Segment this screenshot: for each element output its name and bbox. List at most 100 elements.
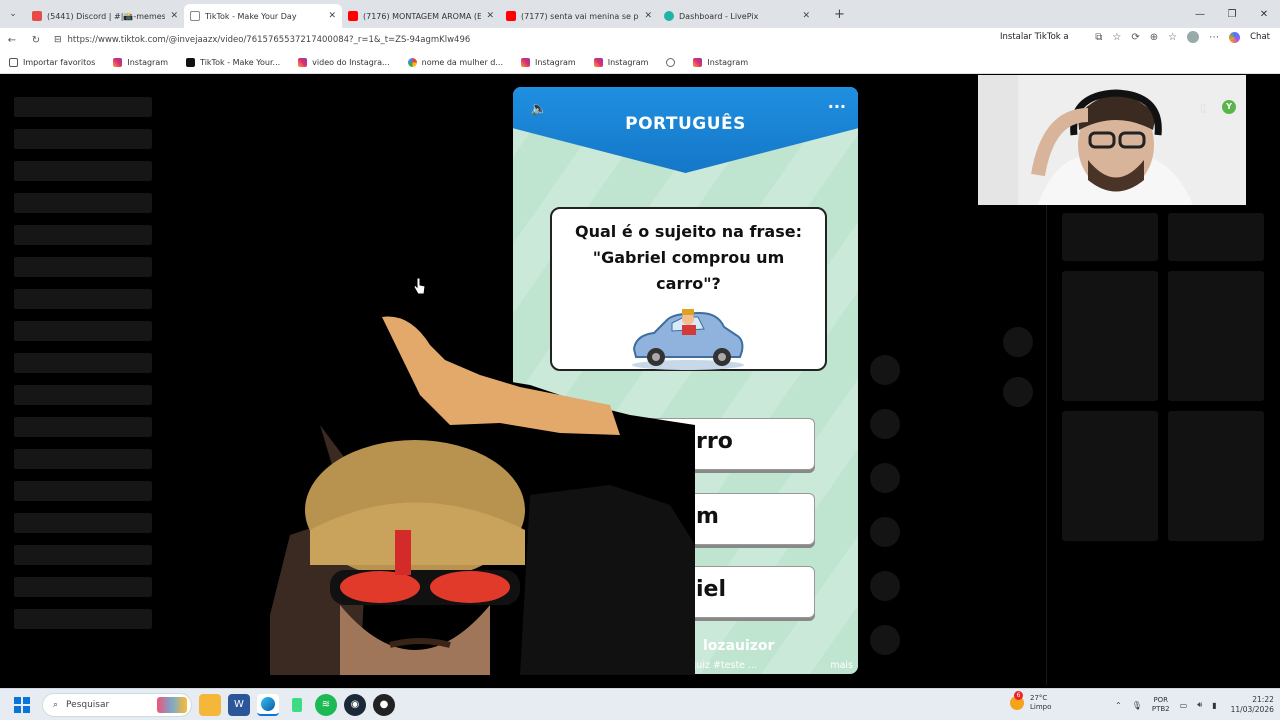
- favorite-star-icon[interactable]: ☆: [1112, 32, 1121, 43]
- bookmark-instagram-4[interactable]: Instagram: [684, 58, 757, 67]
- more-menu-icon[interactable]: ⋯: [1209, 32, 1219, 43]
- webcam-side-icons: ▯ Y: [1200, 100, 1237, 114]
- tab-discord[interactable]: (5441) Discord | #|📸-memes-pre ✕: [26, 4, 184, 28]
- nav-buttons-skeleton: [1003, 327, 1033, 427]
- hand-cursor-icon: [413, 277, 426, 295]
- divider: [1046, 205, 1047, 685]
- install-app-prompt[interactable]: Instalar TikTok a: [1000, 32, 1069, 42]
- livepix-favicon-icon: [664, 11, 674, 21]
- bookmark-instagram-2[interactable]: Instagram: [512, 58, 585, 67]
- copilot-icon[interactable]: [1229, 31, 1241, 43]
- bookmark-tiktok[interactable]: TikTok - Make Your...: [177, 58, 289, 67]
- bookmark-instagram-3[interactable]: Instagram: [585, 58, 658, 67]
- file-explorer-icon[interactable]: [199, 693, 221, 716]
- show-hidden-icons-icon[interactable]: ⌃: [1115, 701, 1122, 710]
- android-studio-icon[interactable]: [286, 694, 308, 716]
- minimize-icon[interactable]: —: [1184, 9, 1216, 20]
- answer-text-b: m: [696, 504, 719, 529]
- action-buttons-skeleton: [870, 355, 900, 679]
- network-icon[interactable]: ▭: [1180, 701, 1188, 710]
- bookmark-video-instagram[interactable]: video do Instagra...: [289, 58, 398, 67]
- word-icon[interactable]: W: [228, 693, 250, 716]
- youtube-favicon-icon: [506, 11, 516, 21]
- bookmarks-bar: Importar favoritos Instagram TikTok - Ma…: [0, 52, 1280, 74]
- close-tab-icon[interactable]: ✕: [802, 11, 810, 21]
- collections-icon[interactable]: ☆: [1168, 32, 1177, 43]
- more-options-icon[interactable]: ···: [828, 97, 846, 116]
- windows-taskbar: ⌕ Pesquisar W ≋ ◉ ● 6 27°C Limpo ⌃ 🎙︎ PO…: [0, 688, 1280, 720]
- google-icon: [407, 58, 417, 67]
- site-info-icon[interactable]: ⊟: [54, 35, 62, 45]
- taskbar-search[interactable]: ⌕ Pesquisar: [42, 692, 192, 717]
- bookmark-globe[interactable]: [657, 58, 684, 67]
- weather-widget[interactable]: 6 27°C Limpo: [1010, 691, 1051, 712]
- bookmark-instagram[interactable]: Instagram: [104, 58, 177, 67]
- import-icon: [9, 58, 18, 67]
- language-indicator[interactable]: POR PTB2: [1152, 696, 1170, 714]
- refresh-icon[interactable]: ↻: [24, 35, 48, 46]
- edge-icon[interactable]: [257, 693, 279, 716]
- close-tab-icon[interactable]: ✕: [644, 11, 652, 21]
- steam-icon[interactable]: ◉: [344, 693, 366, 716]
- extensions-icon[interactable]: ⟳: [1131, 32, 1139, 43]
- address-bar: ← ↻ ⊟ https://www.tiktok.com/@invejaazx/…: [0, 28, 1280, 52]
- caption-more-link[interactable]: mais: [830, 660, 853, 671]
- clock[interactable]: 21:22 11/03/2026: [1231, 695, 1274, 715]
- window-controls: — ❐ ✕: [1184, 0, 1280, 28]
- creator-watermark: lozauizor: [703, 638, 775, 654]
- bookmark-nome-da-mulher[interactable]: nome da mulher d...: [399, 58, 512, 67]
- answer-text-c: iel: [696, 577, 727, 602]
- youtube-favicon-icon: [348, 11, 358, 21]
- phone-icon[interactable]: ▯: [1200, 101, 1206, 114]
- tab-montagem-aroma[interactable]: (7176) MONTAGEM AROMA (Exte ✕: [342, 4, 500, 28]
- close-tab-icon[interactable]: ✕: [328, 11, 336, 21]
- tiktok-icon: [186, 58, 196, 67]
- window-close-icon[interactable]: ✕: [1248, 9, 1280, 20]
- answer-text-a: rro: [696, 429, 733, 454]
- url-text: https://www.tiktok.com/@invejaazx/video/…: [67, 35, 471, 45]
- battery-icon[interactable]: ▮: [1212, 701, 1216, 710]
- back-arrow-icon[interactable]: ←: [0, 35, 24, 46]
- spotify-icon[interactable]: ≋: [315, 693, 337, 716]
- search-icon: ⌕: [53, 699, 59, 710]
- tab-favicon-icon: [190, 11, 200, 21]
- user-avatar[interactable]: Y: [1222, 100, 1237, 114]
- sun-icon: 6: [1010, 691, 1024, 710]
- instagram-icon: [593, 58, 603, 67]
- globe-icon: [666, 58, 676, 67]
- volume-tray-icon[interactable]: 🔊︎: [1197, 700, 1202, 710]
- app-install-icon[interactable]: ⧉: [1095, 32, 1102, 43]
- quiz-title: PORTUGUÊS: [625, 114, 746, 134]
- webcam-feed-image: [978, 75, 1246, 205]
- new-tab-plus-icon[interactable]: +: [834, 7, 845, 22]
- tab-senta-vai[interactable]: (7177) senta vai menina se perde ✕: [500, 4, 658, 28]
- maximize-icon[interactable]: ❐: [1216, 9, 1248, 20]
- loading-grid-skeleton: [1062, 213, 1264, 541]
- profile-avatar[interactable]: [1187, 31, 1200, 43]
- instagram-icon: [298, 58, 308, 67]
- url-field[interactable]: ⊟ https://www.tiktok.com/@invejaazx/vide…: [54, 31, 954, 49]
- tab-tiktok[interactable]: TikTok - Make Your Day ✕: [184, 4, 342, 28]
- bookmark-import-favorites[interactable]: Importar favoritos: [0, 58, 104, 67]
- webcam-overlay: [978, 75, 1246, 205]
- system-tray: ⌃ 🎙︎ POR PTB2 ▭ 🔊︎ ▮ 21:22 11/03/2026 🔔︎: [1115, 695, 1280, 715]
- toolbar-icons: ⧉ ☆ ⟳ ⊕ ☆ ⋯ Chat: [1095, 31, 1270, 43]
- obs-icon[interactable]: ●: [373, 693, 395, 716]
- streamer-overlay-image: [270, 315, 695, 675]
- instagram-icon: [693, 58, 703, 67]
- search-highlight-icon: [157, 696, 187, 713]
- instagram-icon: [113, 58, 123, 67]
- chat-button[interactable]: Chat: [1250, 32, 1270, 42]
- tab-livepix[interactable]: Dashboard - LivePix ✕: [658, 4, 816, 28]
- youtube-favicon-icon: [32, 11, 42, 21]
- tab-list-chevron-icon[interactable]: ⌄: [0, 9, 26, 19]
- windows-start-icon[interactable]: [14, 696, 30, 713]
- sync-icon[interactable]: ⊕: [1150, 32, 1158, 43]
- question-text: Qual é o sujeito na frase: "Gabriel comp…: [575, 222, 802, 293]
- close-tab-icon[interactable]: ✕: [486, 11, 494, 21]
- microphone-icon[interactable]: 🎙︎: [1132, 701, 1142, 710]
- instagram-icon: [521, 58, 530, 67]
- tab-bar: ⌄ (5441) Discord | #|📸-memes-pre ✕ TikTo…: [0, 0, 1280, 28]
- close-tab-icon[interactable]: ✕: [170, 11, 178, 21]
- loading-sidebar-skeleton: [14, 97, 152, 641]
